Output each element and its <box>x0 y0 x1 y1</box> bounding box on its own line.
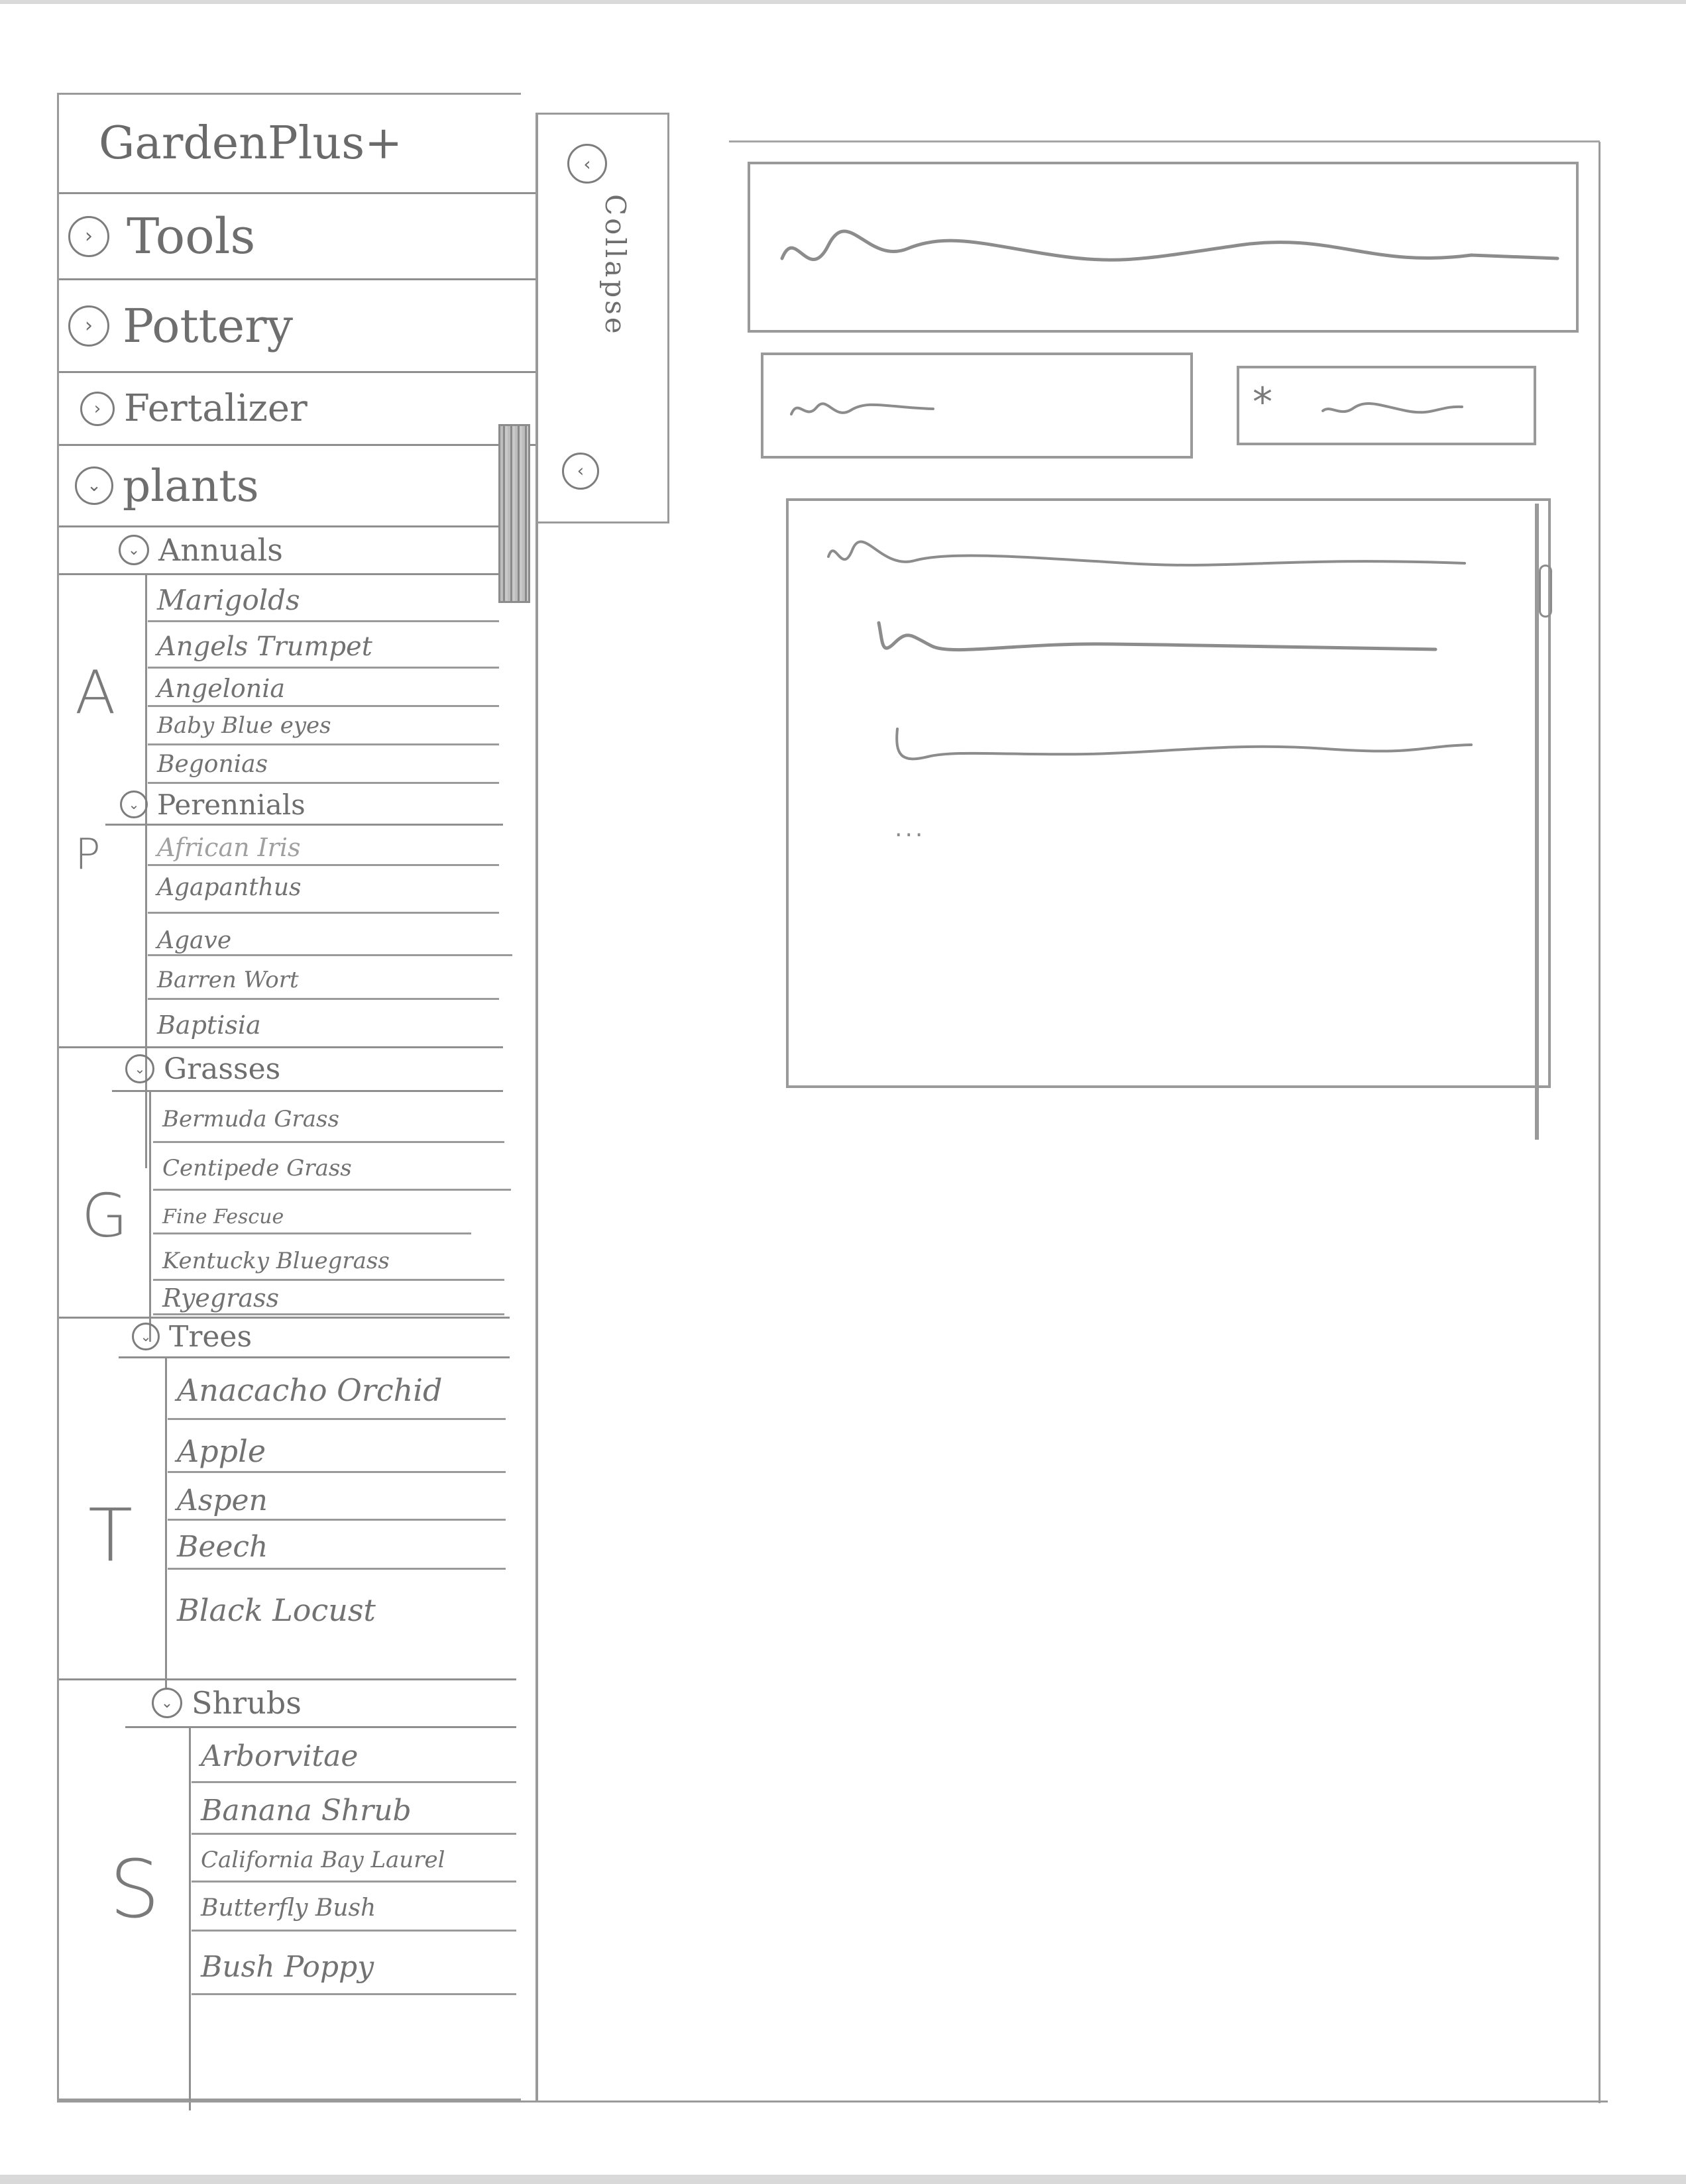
nav-item-fertalizer[interactable]: › Fertalizer <box>59 373 536 446</box>
list-item[interactable]: Ryegrass <box>153 1281 504 1315</box>
nav-item-plants[interactable]: ⌄ plants <box>59 446 536 525</box>
list-item[interactable]: Anacacho Orchid <box>168 1358 506 1420</box>
nav-item-label: Tools <box>127 207 256 265</box>
content-top-edge <box>729 140 1600 142</box>
sidebar-bottom-edge <box>57 2101 1608 2102</box>
chevron-left-icon[interactable]: ‹ <box>567 144 607 184</box>
nav-item-label: plants <box>123 460 259 512</box>
section-letter: S <box>109 1844 160 1936</box>
list-item[interactable]: Angels Trumpet <box>148 622 499 669</box>
paper-top-edge <box>0 0 1686 4</box>
chevron-down-icon: ⌄ <box>119 535 149 565</box>
list-item[interactable]: Baptisia <box>148 1000 499 1044</box>
group-header-perennials[interactable]: ⌄ Perennials <box>120 787 306 822</box>
section-letter: A <box>75 658 116 728</box>
nav-item-tools[interactable]: › Tools <box>59 194 536 280</box>
list-item[interactable]: Bermuda Grass <box>153 1091 504 1143</box>
list-item[interactable]: Baby Blue eyes <box>148 707 499 745</box>
list-item[interactable]: Arborvitae <box>192 1727 516 1783</box>
header-banner-text <box>780 229 1559 262</box>
group-header-label: Trees <box>169 1319 253 1354</box>
content-list-panel <box>786 498 1551 1088</box>
list-row-placeholder <box>877 621 1437 652</box>
list-item[interactable]: Butterfly Bush <box>192 1883 516 1932</box>
action-button-text <box>1321 402 1463 414</box>
search-field-text <box>790 402 934 415</box>
chevron-left-icon[interactable]: ‹ <box>562 453 599 490</box>
group-header-shrubs[interactable]: ⌄ Shrubs <box>152 1682 302 1723</box>
group-divider <box>59 1317 510 1319</box>
list-item[interactable]: Marigolds <box>148 574 499 622</box>
list-row-placeholder <box>895 728 1473 761</box>
list-item[interactable]: Angelonia <box>148 669 499 707</box>
group-header-label: Perennials <box>157 788 306 821</box>
nav-item-label: Pottery <box>123 298 294 353</box>
chevron-down-icon: ⌄ <box>132 1323 160 1350</box>
section-letter: P <box>75 830 101 879</box>
content-scrollbar-thumb[interactable] <box>1539 565 1552 618</box>
group-bracket <box>189 1726 191 2110</box>
list-item[interactable]: Agave <box>148 914 512 956</box>
group-header-grasses[interactable]: ⌄ Grasses <box>125 1049 280 1089</box>
list-item[interactable]: Agapanthus <box>148 866 499 914</box>
list-item[interactable]: Beech <box>168 1521 506 1570</box>
asterisk-icon: * <box>1253 379 1272 425</box>
chevron-right-icon: › <box>80 391 115 426</box>
sidebar-scrollbar-thumb[interactable] <box>498 424 530 603</box>
collapse-label: Collapse <box>599 194 632 337</box>
list-item[interactable]: Begonias <box>148 745 499 784</box>
chevron-down-icon: ⌄ <box>125 1054 154 1083</box>
chevron-right-icon: › <box>68 215 109 257</box>
list-item[interactable]: Banana Shrub <box>192 1783 516 1835</box>
group-bracket <box>165 1356 167 1688</box>
list-item[interactable]: African Iris <box>148 825 499 866</box>
nav-item-label: Fertalizer <box>124 387 308 430</box>
section-letter: G <box>82 1181 128 1251</box>
list-item[interactable]: Barren Wort <box>148 956 499 1000</box>
list-item[interactable]: Kentucky Bluegrass <box>153 1234 504 1281</box>
list-item[interactable]: Fine Fescue <box>153 1191 471 1234</box>
list-item[interactable]: Aspen <box>168 1473 506 1521</box>
list-item[interactable]: Black Locust <box>168 1570 506 1636</box>
list-heading-placeholder <box>827 540 1466 567</box>
list-item[interactable]: Apple <box>168 1420 506 1473</box>
group-header-label: Grasses <box>164 1052 281 1086</box>
content-right-edge <box>1599 142 1601 2103</box>
chevron-right-icon: › <box>68 305 109 347</box>
chevron-down-icon: ⌄ <box>120 791 148 818</box>
group-header-label: Annuals <box>158 532 283 568</box>
chevron-down-icon: ⌄ <box>152 1688 182 1718</box>
group-divider <box>59 1046 503 1048</box>
nav-item-pottery[interactable]: › Pottery <box>59 280 536 373</box>
list-more-indicator: ... <box>895 815 926 842</box>
chevron-down-icon: ⌄ <box>75 466 113 505</box>
collapse-panel[interactable]: ‹ Collapse ‹ <box>538 113 669 523</box>
paper-bottom-edge <box>0 2175 1686 2184</box>
list-item[interactable]: Centipede Grass <box>153 1143 511 1191</box>
group-header-annuals[interactable]: ⌄ Annuals <box>119 529 283 571</box>
sidebar: GardenPlus+ › Tools › Pottery › Fertaliz… <box>57 93 536 2110</box>
list-item[interactable]: Bush Poppy <box>192 1932 516 1995</box>
group-header-label: Shrubs <box>192 1685 302 1721</box>
section-letter: T <box>88 1493 133 1578</box>
group-bracket <box>149 1090 151 1342</box>
list-item[interactable]: California Bay Laurel <box>192 1835 516 1883</box>
group-bracket <box>145 824 147 1168</box>
group-divider <box>59 1678 516 1680</box>
group-header-trees[interactable]: ⌄ Trees <box>132 1318 252 1355</box>
group-divider <box>59 525 510 527</box>
app-title: GardenPlus+ <box>59 95 536 194</box>
